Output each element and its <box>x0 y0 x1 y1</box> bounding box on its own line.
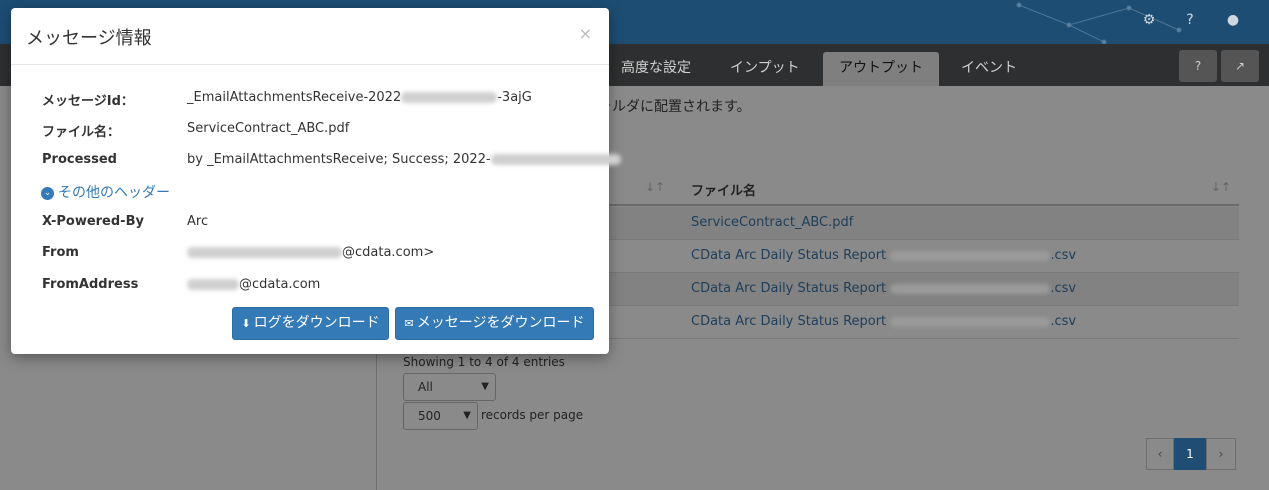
folder-note: ォルダに配置されます。 <box>598 99 751 115</box>
column-file-name[interactable]: ファイル名 <box>691 180 756 199</box>
field-label: Processed <box>42 152 117 167</box>
field-value: Arc <box>187 214 209 229</box>
tab-events[interactable]: イベント <box>945 52 1033 86</box>
field-label: ファイル名： <box>42 125 121 140</box>
network-decoration <box>1016 2 1182 44</box>
field-value: by _EmailAttachmentsReceive; Success; 20… <box>187 152 621 167</box>
file-link[interactable]: CData Arc Daily Status Report .csv <box>691 314 1076 329</box>
file-link[interactable]: CData Arc Daily Status Report .csv <box>691 281 1076 296</box>
pager-prev[interactable]: ‹ <box>1146 438 1174 470</box>
filter-select[interactable]: All ▼ <box>403 373 496 401</box>
gear-icon[interactable]: ⚙ <box>1141 12 1157 28</box>
field-label: メッセージId： <box>42 94 134 109</box>
redacted-text <box>490 154 621 165</box>
more-headers-toggle[interactable]: ⌄ その他のヘッダー <box>41 182 170 202</box>
user-icon[interactable]: ● <box>1225 12 1241 28</box>
tab-output[interactable]: アウトプット <box>823 52 939 86</box>
redacted-text <box>890 283 1051 294</box>
chevron-down-icon: ⌄ <box>41 186 54 200</box>
pager-next[interactable]: › <box>1206 438 1236 470</box>
field-label: From <box>42 245 79 260</box>
message-info-modal: メッセージ情報 × メッセージId： _EmailAttachmentsRece… <box>11 8 621 354</box>
file-link[interactable]: ServiceContract_ABC.pdf <box>691 215 853 230</box>
tab-advanced-settings[interactable]: 高度な設定 <box>605 52 707 86</box>
sort-icon[interactable]: ↓↑ <box>645 180 665 194</box>
page-size-select[interactable]: 500 ▼ <box>403 402 478 430</box>
download-message-button[interactable]: ✉ メッセージをダウンロード <box>395 307 594 340</box>
open-external-button[interactable]: ↗ <box>1221 50 1259 82</box>
chevron-down-icon: ▼ <box>481 381 489 392</box>
records-per-page-label: records per page <box>481 408 584 422</box>
close-icon[interactable]: × <box>579 24 592 43</box>
redacted-text <box>187 247 342 258</box>
envelope-icon: ✉ <box>404 317 414 330</box>
download-log-button[interactable]: ⬇ ログをダウンロード <box>232 307 389 340</box>
redacted-text <box>890 316 1051 327</box>
redacted-text <box>401 92 498 103</box>
entries-info: Showing 1 to 4 of 4 entries <box>403 355 565 369</box>
modal-title: メッセージ情報 <box>26 28 152 49</box>
modal-header: メッセージ情報 × <box>11 8 609 65</box>
chevron-down-icon: ▼ <box>463 410 471 421</box>
field-value: @cdata.com <box>187 277 320 292</box>
field-label: X-Powered-By <box>42 214 144 229</box>
download-icon: ⬇ <box>241 317 251 330</box>
help-icon[interactable]: ? <box>1182 12 1198 28</box>
tab-input[interactable]: インプット <box>714 52 816 86</box>
redacted-text <box>890 250 1051 261</box>
pager-page-1[interactable]: 1 <box>1174 438 1206 470</box>
field-value: ServiceContract_ABC.pdf <box>187 121 350 136</box>
external-link-icon: ↗ <box>1234 59 1246 73</box>
field-value: @cdata.com> <box>187 245 434 260</box>
sort-icon[interactable]: ↓↑ <box>1211 180 1231 194</box>
help-button[interactable]: ? <box>1179 50 1217 82</box>
field-label: FromAddress <box>42 277 139 292</box>
file-link[interactable]: CData Arc Daily Status Report .csv <box>691 248 1076 263</box>
field-value: _EmailAttachmentsReceive-2022 -3ajG <box>187 90 532 105</box>
redacted-text <box>187 279 239 290</box>
help-icon: ? <box>1194 59 1202 73</box>
